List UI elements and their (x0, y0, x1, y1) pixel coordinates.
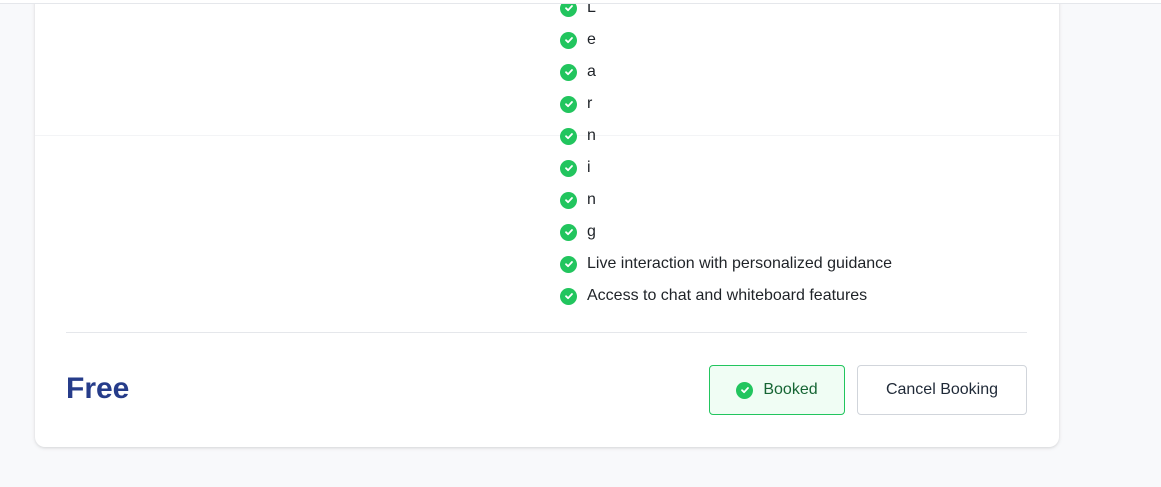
feature-text: Access to chat and whiteboard features (587, 287, 868, 304)
feature-item: g (560, 216, 892, 248)
check-circle-icon (560, 287, 577, 305)
feature-item: a (560, 56, 892, 88)
feature-text: i (587, 159, 591, 176)
footer-divider (66, 332, 1027, 333)
booked-button-label: Booked (763, 381, 818, 398)
feature-text: r (587, 95, 593, 112)
check-circle-icon (560, 159, 577, 177)
feature-item: n (560, 120, 892, 152)
feature-item: n (560, 184, 892, 216)
check-circle-icon (560, 255, 577, 273)
check-circle-icon (560, 127, 577, 145)
check-circle-icon (736, 381, 754, 399)
feature-text: g (587, 223, 596, 240)
check-circle-icon (560, 63, 577, 81)
feature-item: Access to chat and whiteboard features (560, 280, 892, 312)
feature-item: e (560, 24, 892, 56)
feature-item: Live interaction with personalized guida… (560, 248, 892, 280)
check-circle-icon (560, 31, 577, 49)
booked-button[interactable]: Booked (709, 365, 845, 415)
price-label: Free (66, 372, 130, 405)
feature-item: i (560, 152, 892, 184)
feature-item: r (560, 88, 892, 120)
faint-separator (35, 135, 1059, 136)
cancel-booking-button[interactable]: Cancel Booking (857, 365, 1027, 415)
feature-text: n (587, 191, 596, 208)
feature-text: Live interaction with personalized guida… (587, 255, 893, 272)
feature-text: a (587, 63, 596, 80)
feature-list: L e a r n i n g Live interaction with pe… (560, 0, 892, 312)
top-edge (0, 0, 1161, 4)
check-circle-icon (560, 223, 577, 241)
feature-text: e (587, 31, 596, 48)
check-circle-icon (560, 191, 577, 209)
check-circle-icon (560, 95, 577, 113)
feature-text: n (587, 127, 596, 144)
